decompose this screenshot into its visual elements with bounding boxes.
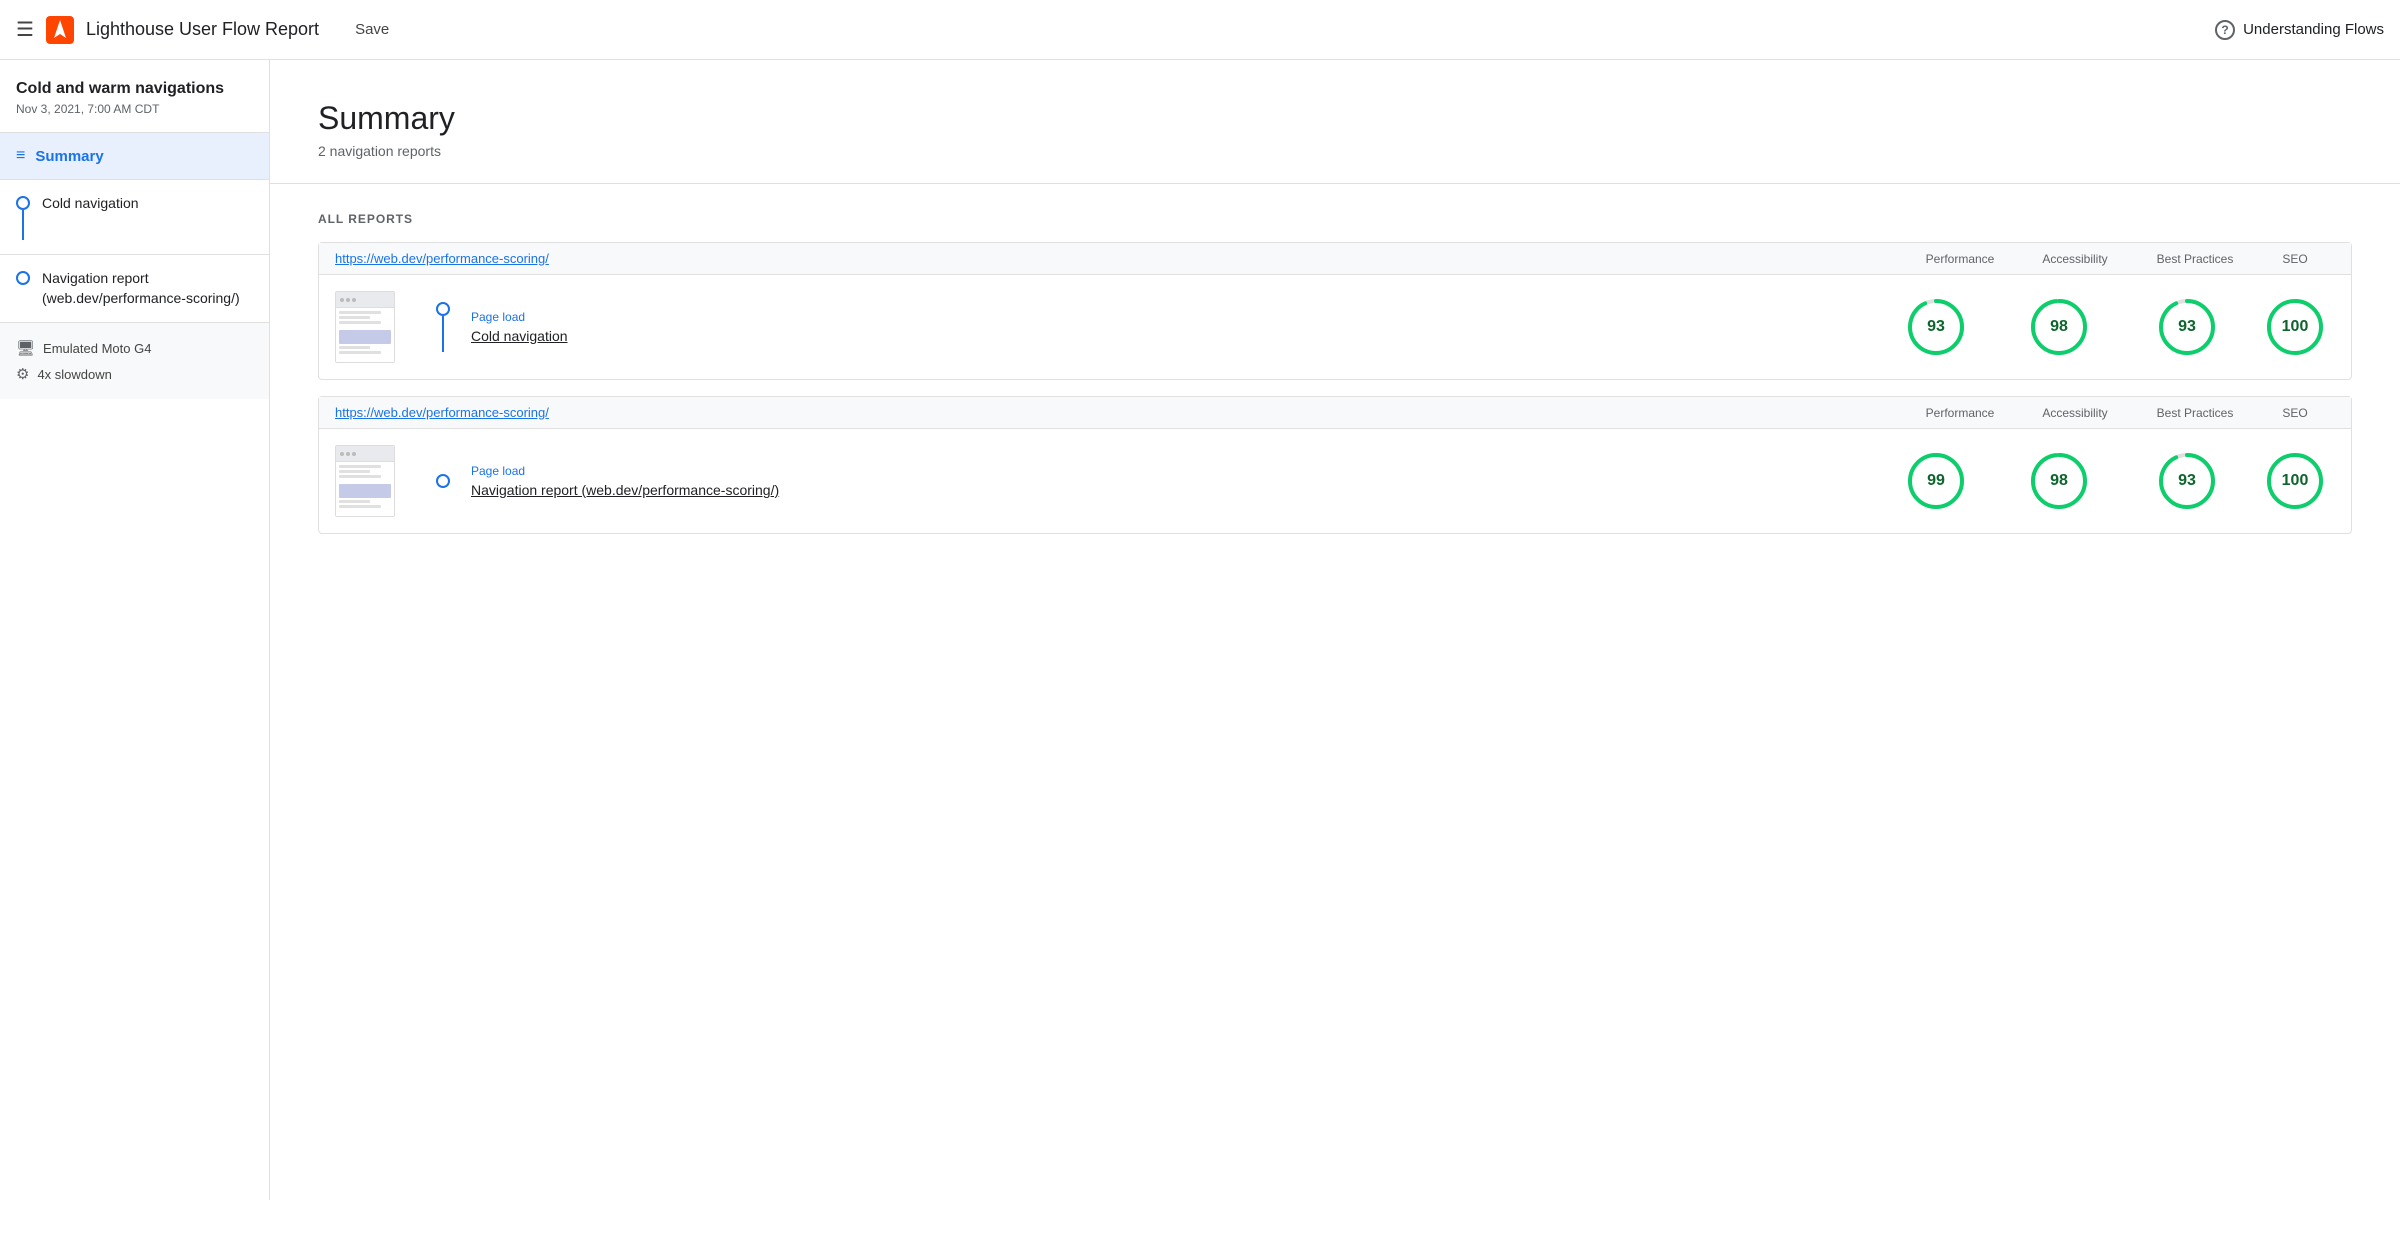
understanding-flows-link[interactable]: Understanding Flows [2243, 21, 2384, 38]
score-value-seo-1: 100 [2282, 318, 2309, 336]
summary-subtitle: 2 navigation reports [318, 143, 2352, 159]
flow-connector-1 [423, 302, 463, 352]
device-row-2: ⚙ 4x slowdown [16, 365, 253, 383]
sidebar-project: Cold and warm navigations Nov 3, 2021, 7… [0, 60, 269, 133]
menu-icon[interactable]: ☰ [16, 17, 34, 42]
score-accessibility-1: 98 [1999, 297, 2119, 357]
connector-dot-2 [436, 474, 450, 488]
report-url-1[interactable]: https://web.dev/performance-scoring/ [335, 251, 1905, 266]
score-value-perf-2: 99 [1927, 472, 1945, 490]
report-name-2[interactable]: Navigation report (web.dev/performance-s… [471, 482, 1873, 498]
help-icon[interactable]: ? [2215, 20, 2235, 40]
sidebar-nav: ≡ Summary [0, 133, 269, 180]
col-best-practices-1: Best Practices [2135, 252, 2255, 266]
flow-dot-1 [16, 196, 30, 210]
score-value-access-2: 98 [2050, 472, 2068, 490]
col-performance-2: Performance [1905, 406, 2015, 420]
score-best-practices-1: 93 [2127, 297, 2247, 357]
device-row-1: 🖥 Emulated Moto G4 [16, 339, 253, 357]
report-card-header-1: https://web.dev/performance-scoring/ Per… [319, 243, 2351, 275]
main-content: Summary 2 navigation reports ALL REPORTS… [270, 60, 2400, 1200]
score-best-practices-2: 93 [2127, 451, 2247, 511]
app-title: Lighthouse User Flow Report [86, 19, 319, 40]
flow-dot-wrap-1 [16, 196, 30, 240]
flow-connector-2 [423, 474, 463, 488]
slowdown-label: 4x slowdown [37, 367, 111, 382]
all-reports-section: ALL REPORTS https://web.dev/performance-… [270, 184, 2400, 578]
connector-dot-1 [436, 302, 450, 316]
col-performance-1: Performance [1905, 252, 2015, 266]
sidebar: Cold and warm navigations Nov 3, 2021, 7… [0, 60, 270, 1200]
flow-label-cold-nav: Cold navigation [42, 194, 139, 214]
score-performance-1: 93 [1881, 297, 1991, 357]
list-icon: ≡ [16, 147, 25, 165]
report-card-header-2: https://web.dev/performance-scoring/ Per… [319, 397, 2351, 429]
sidebar-device-info: 🖥 Emulated Moto G4 ⚙ 4x slowdown [0, 323, 269, 399]
flow-line-1 [22, 210, 24, 240]
project-title: Cold and warm navigations [16, 80, 253, 98]
col-accessibility-2: Accessibility [2015, 406, 2135, 420]
sidebar-flow-section: Cold navigation Navigation report(web.de… [0, 180, 269, 323]
device-label: Emulated Moto G4 [43, 341, 151, 356]
flow-dot-2 [16, 271, 30, 285]
col-seo-2: SEO [2255, 406, 2335, 420]
col-seo-1: SEO [2255, 252, 2335, 266]
flow-dot-wrap-2 [16, 271, 30, 285]
score-value-seo-2: 100 [2282, 472, 2309, 490]
score-seo-2: 100 [2255, 451, 2335, 511]
score-value-bp-1: 93 [2178, 318, 2196, 336]
sidebar-item-nav-report[interactable]: Navigation report(web.dev/performance-sc… [0, 255, 269, 323]
report-type-2: Page load [471, 464, 1873, 478]
summary-label: Summary [35, 148, 103, 165]
report-row-2: Page load Navigation report (web.dev/per… [319, 429, 2351, 533]
score-value-access-1: 98 [2050, 318, 2068, 336]
connector-line-1 [442, 316, 444, 352]
header-left: ☰ Lighthouse User Flow Report Save [16, 16, 2215, 44]
score-performance-2: 99 [1881, 451, 1991, 511]
score-value-perf-1: 93 [1927, 318, 1945, 336]
report-info-1: Page load Cold navigation [471, 310, 1873, 344]
device-icon: 🖥 [16, 339, 35, 357]
col-best-practices-2: Best Practices [2135, 406, 2255, 420]
score-seo-1: 100 [2255, 297, 2335, 357]
flow-label-nav-report: Navigation report(web.dev/performance-sc… [42, 269, 240, 308]
report-card-1: https://web.dev/performance-scoring/ Per… [318, 242, 2352, 380]
report-type-1: Page load [471, 310, 1873, 324]
report-info-2: Page load Navigation report (web.dev/per… [471, 464, 1873, 498]
report-row-1: Page load Cold navigation 93 [319, 275, 2351, 379]
summary-title: Summary [318, 100, 2352, 137]
all-reports-label: ALL REPORTS [318, 212, 2352, 226]
header-right: ? Understanding Flows [2215, 20, 2384, 40]
report-thumbnail-1 [335, 291, 395, 363]
score-accessibility-2: 98 [1999, 451, 2119, 511]
cpu-icon: ⚙ [16, 365, 29, 383]
layout: Cold and warm navigations Nov 3, 2021, 7… [0, 60, 2400, 1200]
sidebar-item-cold-nav[interactable]: Cold navigation [0, 180, 269, 255]
report-name-1[interactable]: Cold navigation [471, 328, 1873, 344]
project-date: Nov 3, 2021, 7:00 AM CDT [16, 102, 253, 116]
header: ☰ Lighthouse User Flow Report Save ? Und… [0, 0, 2400, 60]
summary-header: Summary 2 navigation reports [270, 60, 2400, 184]
col-accessibility-1: Accessibility [2015, 252, 2135, 266]
report-url-2[interactable]: https://web.dev/performance-scoring/ [335, 405, 1905, 420]
sidebar-item-summary[interactable]: ≡ Summary [0, 133, 269, 180]
lighthouse-logo [46, 16, 74, 44]
report-card-2: https://web.dev/performance-scoring/ Per… [318, 396, 2352, 534]
report-thumbnail-2 [335, 445, 395, 517]
save-button[interactable]: Save [355, 21, 389, 38]
score-value-bp-2: 93 [2178, 472, 2196, 490]
